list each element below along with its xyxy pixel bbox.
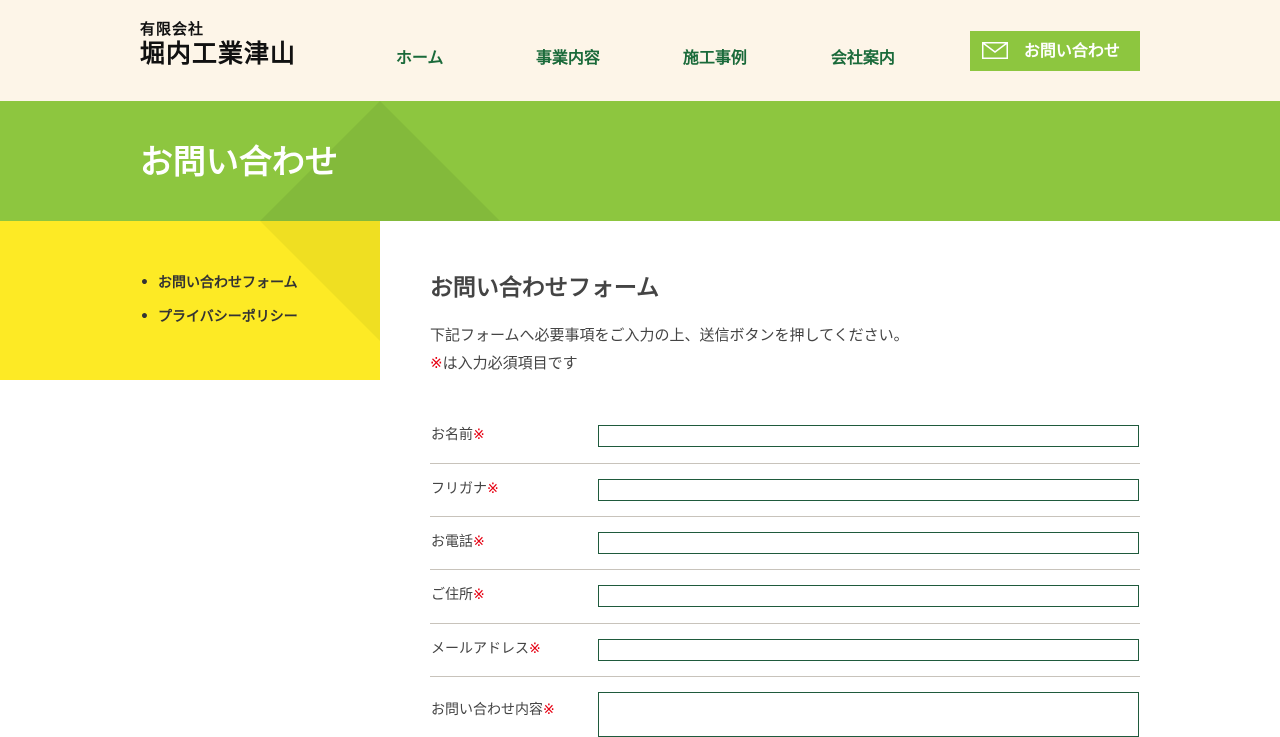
contact-button-label: お問い合わせ <box>1024 41 1121 60</box>
site-logo[interactable]: 有限会社 堀内工業津山 <box>140 20 296 70</box>
page-title: お問い合わせ <box>140 142 338 181</box>
sidebar-item-label: プライバシーポリシー <box>158 309 298 325</box>
field-label-email: メールアドレス※ <box>431 641 541 657</box>
field-label-address: ご住所※ <box>431 587 485 603</box>
form-row-name: お名前※ <box>430 403 1140 464</box>
required-note: ※は入力必須項目です <box>430 349 909 377</box>
form-row-furigana: フリガナ※ <box>430 464 1140 517</box>
required-mark: ※ <box>430 354 443 372</box>
logo-company-name: 堀内工業津山 <box>140 39 297 68</box>
name-input[interactable] <box>598 425 1139 447</box>
bullet-icon: • <box>140 309 149 325</box>
phone-input[interactable] <box>598 532 1139 554</box>
sidebar-item-contact-form[interactable]: • お問い合わせフォーム <box>140 273 298 307</box>
form-intro: 下記フォームへ必要事項をご入力の上、送信ボタンを押してください。 ※は入力必須項… <box>430 321 909 377</box>
bullet-icon: • <box>140 275 149 291</box>
email-input[interactable] <box>598 639 1139 661</box>
form-heading: お問い合わせフォーム <box>430 275 660 301</box>
required-note-text: は入力必須項目です <box>442 354 578 372</box>
form-row-address: ご住所※ <box>430 570 1140 624</box>
nav-company[interactable]: 会社案内 <box>831 48 895 68</box>
form-row-inquiry: お問い合わせ内容※ <box>430 677 1140 737</box>
nav-works[interactable]: 施工事例 <box>683 48 747 68</box>
nav-business[interactable]: 事業内容 <box>536 48 600 68</box>
field-label-furigana: フリガナ※ <box>431 481 499 497</box>
site-header: 有限会社 堀内工業津山 ホーム 事業内容 施工事例 会社案内 お問い合わせ <box>0 0 1280 101</box>
sidebar-item-label: お問い合わせフォーム <box>158 275 298 291</box>
field-label-inquiry: お問い合わせ内容※ <box>431 702 555 718</box>
sidebar: • お問い合わせフォーム • プライバシーポリシー <box>0 221 380 380</box>
nav-home[interactable]: ホーム <box>396 48 444 68</box>
intro-text: 下記フォームへ必要事項をご入力の上、送信ボタンを押してください。 <box>430 326 909 344</box>
field-label-name: お名前※ <box>431 427 485 443</box>
contact-button[interactable]: お問い合わせ <box>970 31 1140 71</box>
inquiry-textarea[interactable] <box>598 692 1139 737</box>
sidebar-item-privacy-policy[interactable]: • プライバシーポリシー <box>140 307 298 341</box>
sidebar-list: • お問い合わせフォーム • プライバシーポリシー <box>140 273 298 341</box>
page-banner: お問い合わせ <box>0 101 1280 221</box>
form-row-phone: お電話※ <box>430 517 1140 570</box>
furigana-input[interactable] <box>598 479 1139 501</box>
address-input[interactable] <box>598 585 1139 607</box>
mail-icon <box>982 42 1008 63</box>
form-row-email: メールアドレス※ <box>430 624 1140 677</box>
field-label-phone: お電話※ <box>431 534 485 550</box>
logo-company-type: 有限会社 <box>140 20 205 38</box>
